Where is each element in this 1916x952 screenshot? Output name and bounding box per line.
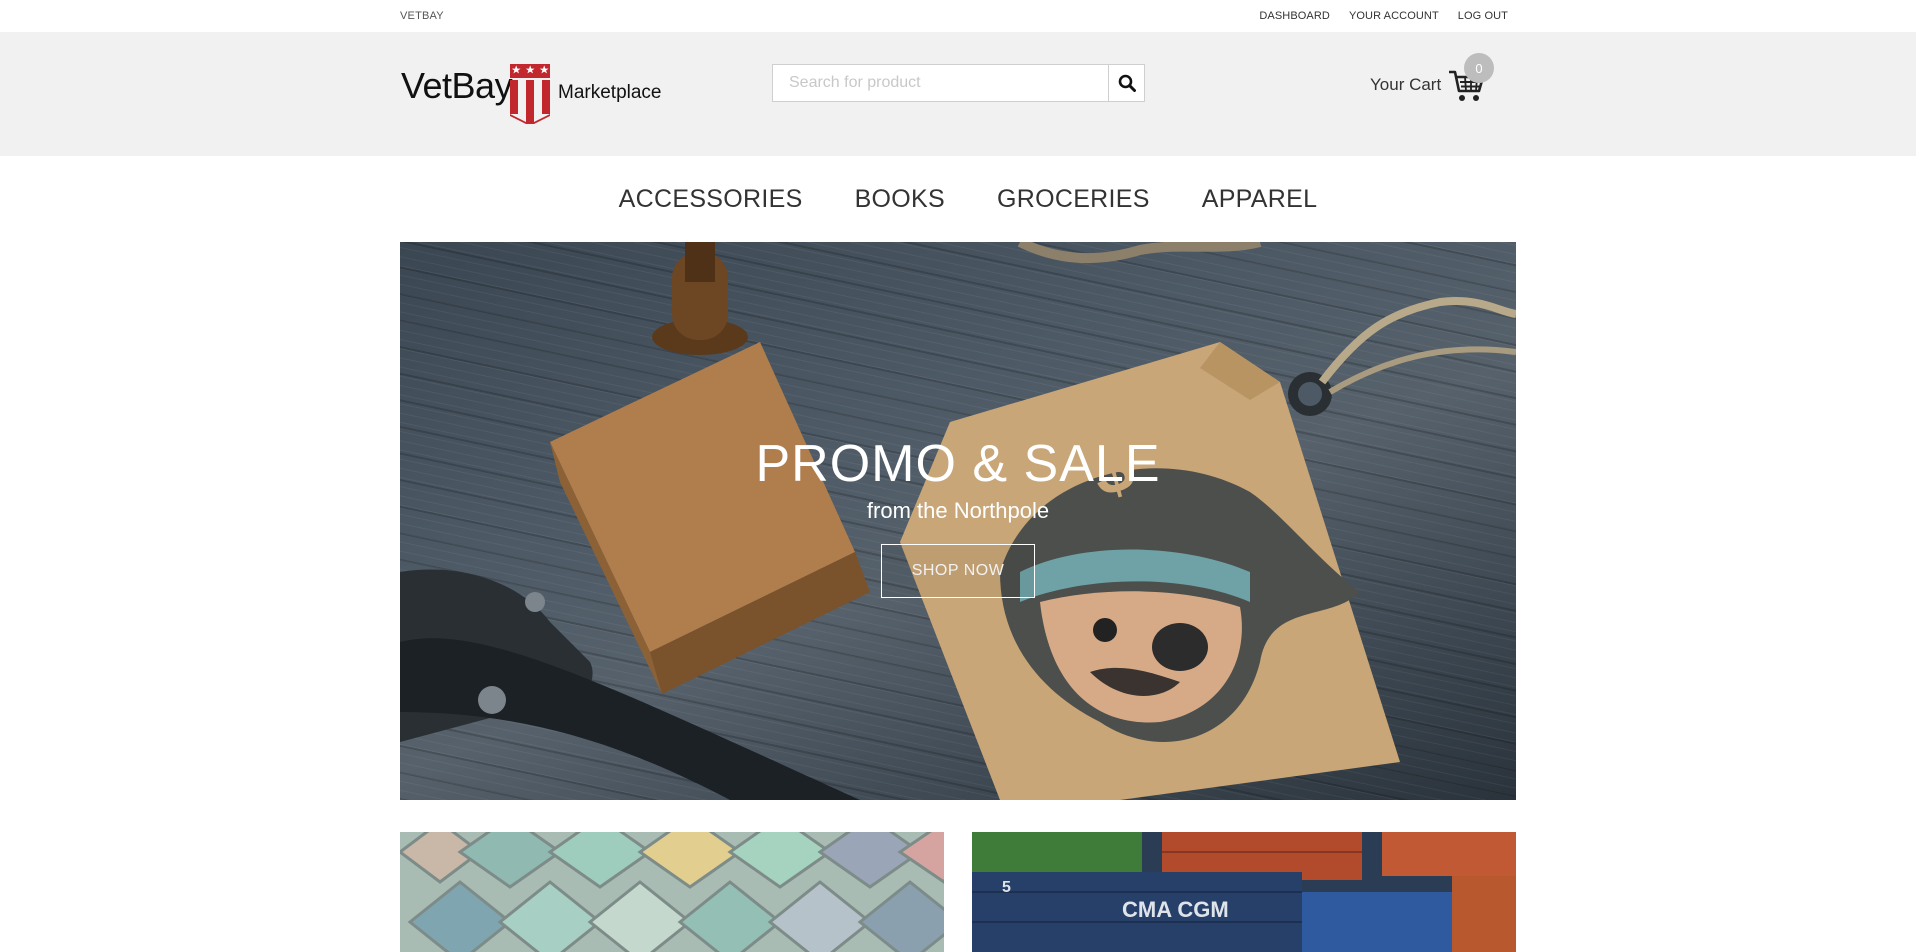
cart-count-badge: 0 bbox=[1464, 53, 1494, 83]
account-links: DASHBOARD YOUR ACCOUNT LOG OUT bbox=[1259, 10, 1508, 22]
promo-tiles: CMA CGM 5 bbox=[400, 832, 1516, 952]
cart-widget[interactable]: Your Cart 0 bbox=[1370, 53, 1510, 113]
hero-subtitle: from the Northpole bbox=[866, 498, 1050, 523]
shield-stars-icon bbox=[510, 64, 550, 124]
category-nav: ACCESSORIES BOOKS GROCERIES APPAREL bbox=[0, 156, 1916, 242]
svg-text:CMA CGM: CMA CGM bbox=[1122, 897, 1229, 922]
colored-tiles-image bbox=[400, 832, 944, 952]
search-input[interactable] bbox=[772, 64, 1108, 102]
shipping-containers-image: CMA CGM 5 bbox=[972, 832, 1516, 952]
site-header: VetBay Marketplace Search for product Yo… bbox=[0, 32, 1916, 156]
hero-title: PROMO & SALE bbox=[755, 435, 1161, 493]
promo-tile-tiles-image[interactable] bbox=[400, 832, 944, 952]
nav-books[interactable]: BOOKS bbox=[855, 185, 945, 214]
shop-now-button[interactable]: SHOP NOW bbox=[881, 544, 1035, 598]
logo-tagline: Marketplace bbox=[558, 82, 662, 103]
svg-text:5: 5 bbox=[1002, 879, 1011, 896]
site-brand-small[interactable]: VETBAY bbox=[400, 10, 444, 22]
your-account-link[interactable]: YOUR ACCOUNT bbox=[1349, 10, 1439, 22]
log-out-link[interactable]: LOG OUT bbox=[1458, 10, 1508, 22]
search-button[interactable] bbox=[1108, 64, 1145, 102]
nav-accessories[interactable]: ACCESSORIES bbox=[619, 185, 803, 214]
promo-tile-containers-image[interactable]: CMA CGM 5 bbox=[972, 832, 1516, 952]
site-logo[interactable]: VetBay Marketplace bbox=[401, 64, 662, 126]
cart-label: Your Cart bbox=[1370, 75, 1442, 94]
hero-content: PROMO & SALE from the Northpole SHOP NOW bbox=[400, 434, 1516, 598]
dashboard-link[interactable]: DASHBOARD bbox=[1259, 10, 1330, 22]
nav-groceries[interactable]: GROCERIES bbox=[997, 185, 1150, 214]
logo-wordmark: VetBay bbox=[401, 65, 513, 106]
search-bar bbox=[772, 64, 1145, 102]
nav-apparel[interactable]: APPAREL bbox=[1202, 185, 1318, 214]
top-utility-bar: VETBAY DASHBOARD YOUR ACCOUNT LOG OUT bbox=[0, 0, 1916, 32]
hero-banner: $ PROMO & SALE from the Northpole SHOP N… bbox=[400, 242, 1516, 800]
search-icon bbox=[1118, 74, 1136, 92]
